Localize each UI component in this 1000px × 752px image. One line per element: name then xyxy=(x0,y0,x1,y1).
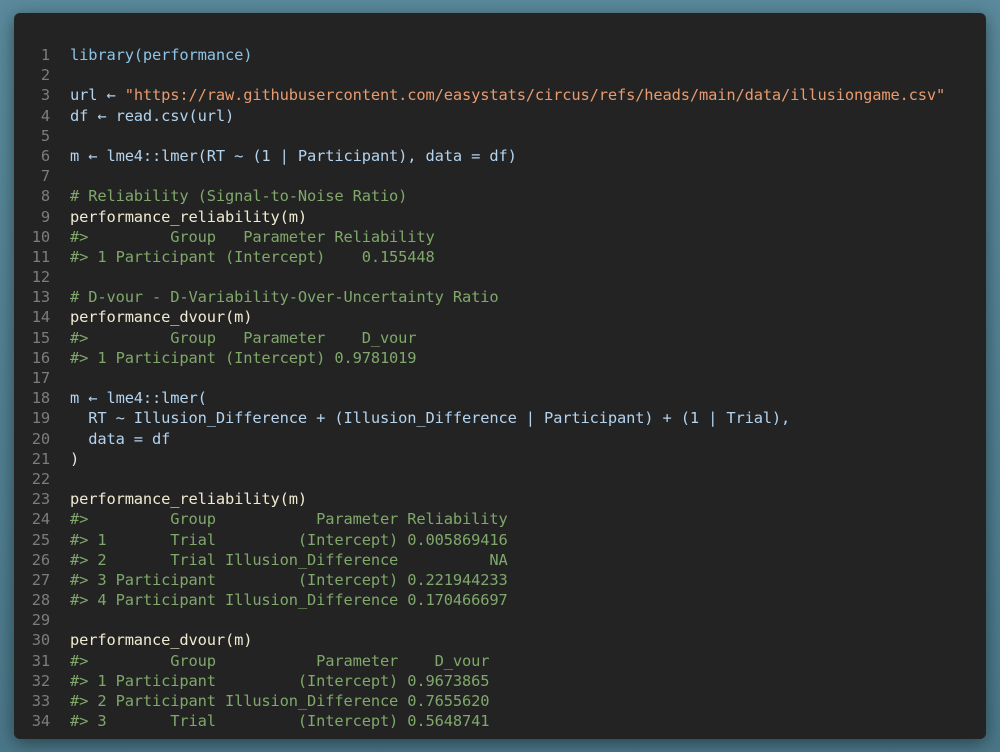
line-number: 22 xyxy=(31,469,50,488)
line-number: 30 xyxy=(31,631,50,650)
code-line: 14 performance_dvour(m) xyxy=(14,307,986,327)
line-number: 32 xyxy=(31,671,50,690)
line-number: 18 xyxy=(31,389,50,408)
code-line: 1 library(performance) xyxy=(14,45,986,65)
line-number: 31 xyxy=(31,651,50,670)
line-number: 29 xyxy=(31,611,50,630)
code-line: 27 #> 3 Participant (Intercept) 0.2219442… xyxy=(14,570,986,590)
code-line: 18 m ← lme4::lmer( xyxy=(14,388,986,408)
code-line: 31 #> Group Parameter D_vour xyxy=(14,651,986,671)
line-number: 34 xyxy=(31,712,50,731)
line-number: 20 xyxy=(31,429,50,448)
line-number: 26 xyxy=(31,550,50,569)
line-number: 3 xyxy=(40,86,50,105)
line-number: 25 xyxy=(31,530,50,549)
code-text: m ← lme4::lmer( xyxy=(70,389,207,408)
line-number: 28 xyxy=(31,591,50,610)
comment-text: #> 1 Trial (Intercept) 0.005869416 xyxy=(70,530,508,549)
comment-text: #> 1 Participant (Intercept) 0.9673865 xyxy=(70,671,490,690)
comment-text: #> Group Parameter Reliability xyxy=(70,510,508,529)
code-window: 1 library(performance) 2 3 url ← "https://ra… xyxy=(14,13,986,739)
line-number: 8 xyxy=(40,187,50,206)
code-line: 32 #> 1 Participant (Intercept) 0.9673865 xyxy=(14,671,986,691)
code-line: 24 #> Group Parameter Reliability xyxy=(14,509,986,529)
code-line: 29 xyxy=(14,610,986,630)
line-number: 24 xyxy=(31,510,50,529)
comment-text: #> Group Parameter D_vour xyxy=(70,328,417,347)
code-line: 13 # D-vour - D-Variability-Over-Uncertai… xyxy=(14,287,986,307)
code-text: performance_dvour(m) xyxy=(70,308,253,327)
code-text: performance_reliability(m) xyxy=(70,207,308,226)
code-line: 2 xyxy=(14,65,986,85)
code-text: df ← read.csv(url) xyxy=(70,106,235,125)
line-number: 27 xyxy=(31,570,50,589)
code-line: 25 #> 1 Trial (Intercept) 0.005869416 xyxy=(14,530,986,550)
code-line: 23 performance_reliability(m) xyxy=(14,489,986,509)
code-line: 12 xyxy=(14,267,986,287)
code-text: ) xyxy=(70,449,80,468)
code-line: 7 xyxy=(14,166,986,186)
code-text: data = df xyxy=(70,429,171,448)
code-line: 33 #> 2 Participant Illusion_Difference 0… xyxy=(14,691,986,711)
code-text: m ← lme4::lmer(RT ~ (1 | Participant), d… xyxy=(70,146,517,165)
code-block: 1 library(performance) 2 3 url ← "https://ra… xyxy=(14,45,986,731)
code-line: 8 # Reliability (Signal-to-Noise Ratio) xyxy=(14,186,986,206)
line-number: 5 xyxy=(40,126,50,145)
code-line: 21) xyxy=(14,449,986,469)
comment-text: #> 1 Participant (Intercept) 0.9781019 xyxy=(70,348,417,367)
code-line: 6 m ← lme4::lmer(RT ~ (1 | Participant), … xyxy=(14,146,986,166)
code-line: 3 url ← "https://raw.githubusercontent.co… xyxy=(14,85,986,105)
code-line: 19 RT ~ Illusion_Difference + (Illusion_… xyxy=(14,408,986,428)
comment-text: # Reliability (Signal-to-Noise Ratio) xyxy=(70,187,408,206)
line-number: 4 xyxy=(40,106,50,125)
code-line: 30 performance_dvour(m) xyxy=(14,630,986,650)
line-number: 10 xyxy=(31,227,50,246)
code-text: RT ~ Illusion_Difference + (Illusion_Dif… xyxy=(70,409,791,428)
code-text: performance_dvour(m) xyxy=(70,631,253,650)
line-number: 7 xyxy=(40,167,50,186)
code-line: 34 #> 3 Trial (Intercept) 0.5648741 xyxy=(14,711,986,731)
line-number: 16 xyxy=(31,348,50,367)
comment-text: #> 2 Participant Illusion_Difference 0.7… xyxy=(70,692,490,710)
line-number: 6 xyxy=(40,146,50,165)
comment-text: #> 2 Trial Illusion_Difference NA xyxy=(70,550,508,569)
line-number: 21 xyxy=(31,449,50,468)
line-number: 19 xyxy=(31,409,50,428)
line-number: 12 xyxy=(31,268,50,287)
line-number: 33 xyxy=(31,692,50,710)
comment-text: #> Group Parameter Reliability xyxy=(70,227,435,246)
line-number: 1 xyxy=(40,46,50,64)
code-line: 5 xyxy=(14,126,986,146)
code-line: 28 #> 4 Participant Illusion_Difference 0… xyxy=(14,590,986,610)
comment-text: #> Group Parameter D_vour xyxy=(70,651,490,670)
comment-text: #> 3 Participant (Intercept) 0.221944233 xyxy=(70,570,508,589)
code-text: url ← xyxy=(70,86,125,105)
line-number: 9 xyxy=(40,207,50,226)
comment-text: #> 3 Trial (Intercept) 0.5648741 xyxy=(70,712,490,731)
comment-text: # D-vour - D-Variability-Over-Uncertaint… xyxy=(70,288,499,307)
code-line: 11 #> 1 Participant (Intercept) 0.155448 xyxy=(14,247,986,267)
code-line: 15 #> Group Parameter D_vour xyxy=(14,328,986,348)
code-line: 26 #> 2 Trial Illusion_Difference NA xyxy=(14,550,986,570)
code-line: 22 xyxy=(14,469,986,489)
line-number: 17 xyxy=(31,369,50,387)
line-number: 13 xyxy=(31,288,50,307)
comment-text: #> 4 Participant Illusion_Difference 0.1… xyxy=(70,591,508,610)
code-line: 16 #> 1 Participant (Intercept) 0.9781019 xyxy=(14,348,986,368)
code-line: 10 #> Group Parameter Reliability xyxy=(14,227,986,247)
line-number: 15 xyxy=(31,328,50,347)
code-line: 4 df ← read.csv(url) xyxy=(14,106,986,126)
comment-text: #> 1 Participant (Intercept) 0.155448 xyxy=(70,247,435,266)
string-literal: "https://raw.githubusercontent.com/easys… xyxy=(124,86,946,105)
line-number: 11 xyxy=(31,247,50,266)
line-number: 23 xyxy=(31,490,50,509)
line-number: 2 xyxy=(40,66,50,85)
line-number: 14 xyxy=(31,308,50,327)
code-line: 20 data = df xyxy=(14,429,986,449)
code-line: 9 performance_reliability(m) xyxy=(14,207,986,227)
code-text: performance_reliability(m) xyxy=(70,490,308,509)
code-text: library(performance) xyxy=(70,46,253,64)
code-line: 17 xyxy=(14,368,986,388)
